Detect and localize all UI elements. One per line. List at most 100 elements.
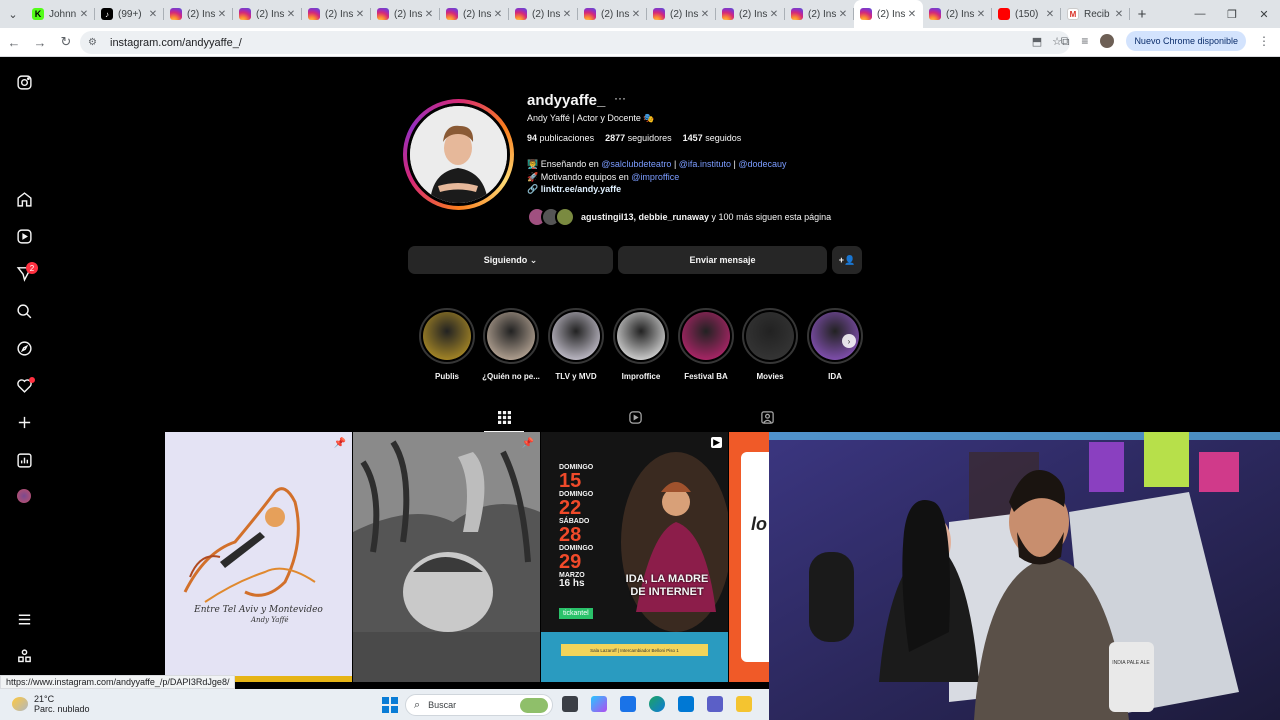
browser-tab[interactable]: (2) Ins ✕ — [854, 0, 923, 28]
instagram-icon — [170, 8, 182, 20]
mention-dodecauy[interactable]: @dodecauy — [738, 159, 786, 169]
highlight-item[interactable]: Festival BA — [676, 308, 736, 381]
restore-icon[interactable]: ❐ — [1216, 0, 1248, 28]
browser-tab[interactable]: (2) Ins ✕ — [233, 0, 302, 28]
task-view-icon[interactable] — [562, 696, 578, 712]
threads-apps-icon[interactable] — [14, 646, 34, 666]
browser-tab[interactable]: (2) Ins ✕ — [302, 0, 371, 28]
explore-icon[interactable] — [14, 338, 34, 358]
highlight-item[interactable]: Publis — [417, 308, 477, 381]
tab-close-icon[interactable]: ✕ — [353, 9, 367, 20]
profile-options-icon[interactable]: ··· — [614, 91, 626, 105]
windows-start-icon[interactable] — [382, 697, 398, 713]
highlight-item[interactable]: IDA — [805, 308, 865, 381]
browser-tab[interactable]: (2) Ins ✕ — [509, 0, 578, 28]
post-bw-photo[interactable]: 📌 — [353, 432, 540, 682]
dashboard-icon[interactable] — [14, 450, 34, 470]
more-menu-icon[interactable] — [14, 609, 34, 629]
reload-icon[interactable]: ↻ — [54, 30, 78, 54]
tab-close-icon[interactable]: ✕ — [284, 9, 298, 20]
browser-tab[interactable]: K Johnn ✕ — [26, 0, 95, 28]
highlight-item[interactable]: Movies — [740, 308, 800, 381]
chrome-update-button[interactable]: Nuevo Chrome disponible — [1126, 31, 1246, 51]
highlight-label: TLV y MVD — [555, 372, 597, 381]
site-info-icon[interactable]: ⚙ — [88, 37, 102, 48]
following-button[interactable]: Siguiendo ⌄ — [408, 246, 613, 274]
tab-close-icon[interactable]: ✕ — [146, 9, 160, 20]
highlights-next-icon[interactable]: › — [842, 334, 856, 348]
reels-tab-icon[interactable] — [625, 407, 645, 427]
tab-close-icon[interactable]: ✕ — [560, 9, 574, 20]
mention-ifa-instituto[interactable]: @ifa.instituto — [679, 159, 731, 169]
weather-widget[interactable]: 21°C Parc. nublado — [12, 694, 90, 714]
bio-link[interactable]: 🔗 linktr.ee/andy.yaffe — [527, 183, 786, 196]
taskbar-search-box[interactable]: ⌕ Buscar — [405, 694, 553, 716]
edge-icon[interactable] — [649, 696, 665, 712]
tab-search-icon[interactable]: ⌄ — [0, 0, 26, 28]
tab-close-icon[interactable]: ✕ — [974, 9, 988, 20]
following-stat[interactable]: 1457 seguidos — [683, 133, 742, 143]
pinned-icon: 📌 — [333, 438, 346, 449]
mention-improffice[interactable]: @improffice — [631, 172, 679, 182]
profile-picture[interactable] — [403, 99, 514, 210]
instagram-logo-icon[interactable] — [14, 72, 34, 92]
reels-icon[interactable] — [14, 226, 34, 246]
browser-tab[interactable]: (2) Ins ✕ — [923, 0, 992, 28]
post-tlv-mvd[interactable]: Entre Tel Aviv y Montevideo Andy Yaffé 📌 — [165, 432, 352, 682]
home-icon[interactable] — [14, 189, 34, 209]
mention-salclubdeteatro[interactable]: @salclubdeteatro — [601, 159, 671, 169]
close-window-icon[interactable]: ✕ — [1248, 0, 1280, 28]
browser-tab[interactable]: (2) Ins ✕ — [785, 0, 854, 28]
highlight-item[interactable]: ¿Quién no pe... — [481, 308, 541, 381]
tab-close-icon[interactable]: ✕ — [1043, 9, 1057, 20]
tab-title: (2) Ins — [256, 8, 284, 20]
tab-close-icon[interactable]: ✕ — [905, 9, 919, 20]
tab-close-icon[interactable]: ✕ — [215, 9, 229, 20]
highlight-item[interactable]: Improffice — [611, 308, 671, 381]
browser-tab[interactable]: (2) Ins ✕ — [440, 0, 509, 28]
teams-icon[interactable] — [707, 696, 723, 712]
tab-close-icon[interactable]: ✕ — [767, 9, 781, 20]
tab-close-icon[interactable]: ✕ — [77, 9, 91, 20]
extensions-icon[interactable]: ⧉ — [1061, 34, 1070, 49]
browser-tab[interactable]: (2) Ins ✕ — [371, 0, 440, 28]
tab-close-icon[interactable]: ✕ — [836, 9, 850, 20]
new-tab-icon[interactable]: + — [1130, 6, 1154, 23]
chrome-menu-icon[interactable]: ⋮ — [1258, 34, 1270, 48]
posts-grid-tab-icon[interactable] — [494, 407, 514, 427]
create-plus-icon[interactable] — [14, 412, 34, 432]
minimize-icon[interactable]: — — [1184, 0, 1216, 28]
address-bar[interactable]: ⚙ instagram.com/andyyaffe_/ ⬒ ☆ — [80, 31, 1070, 54]
media-controls-icon[interactable]: ≡ — [1081, 34, 1088, 48]
tab-close-icon[interactable]: ✕ — [629, 9, 643, 20]
browser-tab[interactable]: (2) Ins ✕ — [716, 0, 785, 28]
post-partial[interactable]: lo — [729, 432, 769, 682]
copilot-icon[interactable] — [591, 696, 607, 712]
chrome-profile-avatar[interactable] — [1100, 34, 1115, 48]
install-app-icon[interactable]: ⬒ — [1032, 35, 1042, 48]
search-icon[interactable] — [14, 301, 34, 321]
browser-tab[interactable]: ♪ (99+) ✕ — [95, 0, 164, 28]
send-message-button[interactable]: Enviar mensaje — [618, 246, 827, 274]
back-icon[interactable]: ← — [2, 30, 26, 54]
tab-close-icon[interactable]: ✕ — [1112, 9, 1126, 20]
browser-tab[interactable]: M Recib ✕ — [1061, 0, 1130, 28]
tab-close-icon[interactable]: ✕ — [698, 9, 712, 20]
browser-tab[interactable]: (2) Ins ✕ — [578, 0, 647, 28]
suggest-accounts-button[interactable]: +👤 — [832, 246, 862, 274]
tab-close-icon[interactable]: ✕ — [491, 9, 505, 20]
forward-icon[interactable]: → — [28, 30, 52, 54]
followers-stat[interactable]: 2877 seguidores — [605, 133, 672, 143]
tab-close-icon[interactable]: ✕ — [422, 9, 436, 20]
store-icon[interactable] — [678, 696, 694, 712]
outlook-icon[interactable] — [620, 696, 636, 712]
browser-tab[interactable]: (2) Ins ✕ — [647, 0, 716, 28]
file-explorer-icon[interactable] — [736, 696, 752, 712]
profile-avatar-icon[interactable] — [17, 489, 31, 503]
highlight-item[interactable]: TLV y MVD — [546, 308, 606, 381]
followed-by[interactable]: agustingil13, debbie_runaway y 100 más s… — [527, 206, 831, 228]
post-ida-poster[interactable]: DOMINGO 15 DOMINGO 22 SÁBADO 28 DOMINGO … — [541, 432, 728, 682]
tagged-tab-icon[interactable] — [757, 407, 777, 427]
browser-tab[interactable]: (150) ✕ — [992, 0, 1061, 28]
browser-tab[interactable]: (2) Ins ✕ — [164, 0, 233, 28]
